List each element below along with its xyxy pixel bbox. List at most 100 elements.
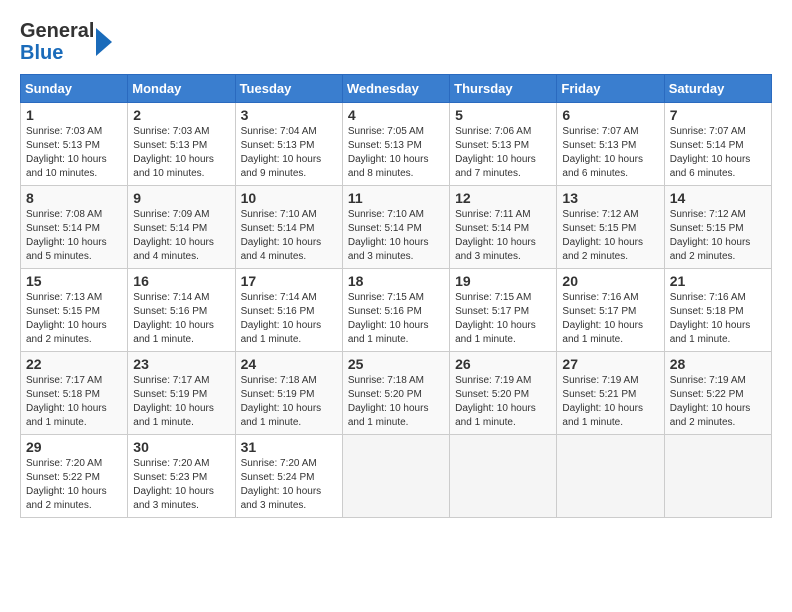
day-number: 5 bbox=[455, 107, 551, 123]
day-info: Sunrise: 7:09 AMSunset: 5:14 PMDaylight:… bbox=[133, 208, 229, 264]
calendar-cell: 21 Sunrise: 7:16 AMSunset: 5:18 PMDaylig… bbox=[664, 269, 771, 352]
calendar-cell: 16 Sunrise: 7:14 AMSunset: 5:16 PMDaylig… bbox=[128, 269, 235, 352]
calendar-cell: 28 Sunrise: 7:19 AMSunset: 5:22 PMDaylig… bbox=[664, 352, 771, 435]
day-info: Sunrise: 7:16 AMSunset: 5:18 PMDaylight:… bbox=[670, 291, 766, 347]
calendar-cell bbox=[664, 435, 771, 518]
day-info: Sunrise: 7:05 AMSunset: 5:13 PMDaylight:… bbox=[348, 125, 444, 181]
day-number: 24 bbox=[241, 356, 337, 372]
logo: General Blue bbox=[20, 20, 116, 64]
day-number: 22 bbox=[26, 356, 122, 372]
day-number: 7 bbox=[670, 107, 766, 123]
col-header-saturday: Saturday bbox=[664, 75, 771, 103]
day-number: 17 bbox=[241, 273, 337, 289]
day-number: 8 bbox=[26, 190, 122, 206]
calendar-week-3: 15 Sunrise: 7:13 AMSunset: 5:15 PMDaylig… bbox=[21, 269, 772, 352]
day-info: Sunrise: 7:07 AMSunset: 5:13 PMDaylight:… bbox=[562, 125, 658, 181]
day-info: Sunrise: 7:17 AMSunset: 5:19 PMDaylight:… bbox=[133, 374, 229, 430]
calendar-cell: 24 Sunrise: 7:18 AMSunset: 5:19 PMDaylig… bbox=[235, 352, 342, 435]
day-number: 14 bbox=[670, 190, 766, 206]
calendar-cell bbox=[450, 435, 557, 518]
day-info: Sunrise: 7:19 AMSunset: 5:20 PMDaylight:… bbox=[455, 374, 551, 430]
calendar-cell: 26 Sunrise: 7:19 AMSunset: 5:20 PMDaylig… bbox=[450, 352, 557, 435]
calendar-cell: 11 Sunrise: 7:10 AMSunset: 5:14 PMDaylig… bbox=[342, 186, 449, 269]
col-header-friday: Friday bbox=[557, 75, 664, 103]
day-number: 16 bbox=[133, 273, 229, 289]
day-number: 18 bbox=[348, 273, 444, 289]
day-info: Sunrise: 7:06 AMSunset: 5:13 PMDaylight:… bbox=[455, 125, 551, 181]
calendar-table: SundayMondayTuesdayWednesdayThursdayFrid… bbox=[20, 74, 772, 518]
calendar-cell: 18 Sunrise: 7:15 AMSunset: 5:16 PMDaylig… bbox=[342, 269, 449, 352]
col-header-sunday: Sunday bbox=[21, 75, 128, 103]
calendar-cell: 30 Sunrise: 7:20 AMSunset: 5:23 PMDaylig… bbox=[128, 435, 235, 518]
day-number: 6 bbox=[562, 107, 658, 123]
day-info: Sunrise: 7:08 AMSunset: 5:14 PMDaylight:… bbox=[26, 208, 122, 264]
day-number: 23 bbox=[133, 356, 229, 372]
day-number: 30 bbox=[133, 439, 229, 455]
day-number: 20 bbox=[562, 273, 658, 289]
day-number: 19 bbox=[455, 273, 551, 289]
calendar-cell: 25 Sunrise: 7:18 AMSunset: 5:20 PMDaylig… bbox=[342, 352, 449, 435]
calendar-week-2: 8 Sunrise: 7:08 AMSunset: 5:14 PMDayligh… bbox=[21, 186, 772, 269]
calendar-cell: 13 Sunrise: 7:12 AMSunset: 5:15 PMDaylig… bbox=[557, 186, 664, 269]
calendar-cell bbox=[342, 435, 449, 518]
day-info: Sunrise: 7:04 AMSunset: 5:13 PMDaylight:… bbox=[241, 125, 337, 181]
day-info: Sunrise: 7:03 AMSunset: 5:13 PMDaylight:… bbox=[26, 125, 122, 181]
calendar-cell: 9 Sunrise: 7:09 AMSunset: 5:14 PMDayligh… bbox=[128, 186, 235, 269]
day-info: Sunrise: 7:13 AMSunset: 5:15 PMDaylight:… bbox=[26, 291, 122, 347]
day-number: 29 bbox=[26, 439, 122, 455]
day-info: Sunrise: 7:10 AMSunset: 5:14 PMDaylight:… bbox=[241, 208, 337, 264]
day-number: 1 bbox=[26, 107, 122, 123]
calendar-cell: 1 Sunrise: 7:03 AMSunset: 5:13 PMDayligh… bbox=[21, 103, 128, 186]
day-number: 4 bbox=[348, 107, 444, 123]
logo-arrow-icon bbox=[94, 24, 116, 60]
col-header-monday: Monday bbox=[128, 75, 235, 103]
logo-general: General bbox=[20, 20, 94, 42]
day-number: 15 bbox=[26, 273, 122, 289]
logo-blue: Blue bbox=[20, 42, 63, 64]
day-info: Sunrise: 7:20 AMSunset: 5:23 PMDaylight:… bbox=[133, 457, 229, 513]
calendar-cell: 23 Sunrise: 7:17 AMSunset: 5:19 PMDaylig… bbox=[128, 352, 235, 435]
calendar-cell: 7 Sunrise: 7:07 AMSunset: 5:14 PMDayligh… bbox=[664, 103, 771, 186]
day-info: Sunrise: 7:10 AMSunset: 5:14 PMDaylight:… bbox=[348, 208, 444, 264]
calendar-cell: 2 Sunrise: 7:03 AMSunset: 5:13 PMDayligh… bbox=[128, 103, 235, 186]
day-info: Sunrise: 7:18 AMSunset: 5:20 PMDaylight:… bbox=[348, 374, 444, 430]
calendar-cell: 15 Sunrise: 7:13 AMSunset: 5:15 PMDaylig… bbox=[21, 269, 128, 352]
calendar-cell: 10 Sunrise: 7:10 AMSunset: 5:14 PMDaylig… bbox=[235, 186, 342, 269]
calendar-cell: 12 Sunrise: 7:11 AMSunset: 5:14 PMDaylig… bbox=[450, 186, 557, 269]
day-info: Sunrise: 7:19 AMSunset: 5:21 PMDaylight:… bbox=[562, 374, 658, 430]
day-info: Sunrise: 7:12 AMSunset: 5:15 PMDaylight:… bbox=[670, 208, 766, 264]
col-header-wednesday: Wednesday bbox=[342, 75, 449, 103]
calendar-cell: 14 Sunrise: 7:12 AMSunset: 5:15 PMDaylig… bbox=[664, 186, 771, 269]
header-row: SundayMondayTuesdayWednesdayThursdayFrid… bbox=[21, 75, 772, 103]
calendar-cell: 20 Sunrise: 7:16 AMSunset: 5:17 PMDaylig… bbox=[557, 269, 664, 352]
calendar-cell: 4 Sunrise: 7:05 AMSunset: 5:13 PMDayligh… bbox=[342, 103, 449, 186]
calendar-week-5: 29 Sunrise: 7:20 AMSunset: 5:22 PMDaylig… bbox=[21, 435, 772, 518]
day-number: 11 bbox=[348, 190, 444, 206]
day-info: Sunrise: 7:15 AMSunset: 5:16 PMDaylight:… bbox=[348, 291, 444, 347]
calendar-cell bbox=[557, 435, 664, 518]
calendar-week-4: 22 Sunrise: 7:17 AMSunset: 5:18 PMDaylig… bbox=[21, 352, 772, 435]
calendar-cell: 6 Sunrise: 7:07 AMSunset: 5:13 PMDayligh… bbox=[557, 103, 664, 186]
calendar-cell: 27 Sunrise: 7:19 AMSunset: 5:21 PMDaylig… bbox=[557, 352, 664, 435]
day-number: 28 bbox=[670, 356, 766, 372]
calendar-cell: 31 Sunrise: 7:20 AMSunset: 5:24 PMDaylig… bbox=[235, 435, 342, 518]
col-header-tuesday: Tuesday bbox=[235, 75, 342, 103]
day-number: 3 bbox=[241, 107, 337, 123]
day-number: 12 bbox=[455, 190, 551, 206]
day-info: Sunrise: 7:07 AMSunset: 5:14 PMDaylight:… bbox=[670, 125, 766, 181]
day-info: Sunrise: 7:11 AMSunset: 5:14 PMDaylight:… bbox=[455, 208, 551, 264]
day-info: Sunrise: 7:14 AMSunset: 5:16 PMDaylight:… bbox=[241, 291, 337, 347]
day-info: Sunrise: 7:20 AMSunset: 5:24 PMDaylight:… bbox=[241, 457, 337, 513]
day-info: Sunrise: 7:14 AMSunset: 5:16 PMDaylight:… bbox=[133, 291, 229, 347]
day-number: 9 bbox=[133, 190, 229, 206]
col-header-thursday: Thursday bbox=[450, 75, 557, 103]
day-info: Sunrise: 7:18 AMSunset: 5:19 PMDaylight:… bbox=[241, 374, 337, 430]
day-info: Sunrise: 7:15 AMSunset: 5:17 PMDaylight:… bbox=[455, 291, 551, 347]
calendar-cell: 29 Sunrise: 7:20 AMSunset: 5:22 PMDaylig… bbox=[21, 435, 128, 518]
header: General Blue bbox=[20, 20, 772, 64]
calendar-cell: 5 Sunrise: 7:06 AMSunset: 5:13 PMDayligh… bbox=[450, 103, 557, 186]
day-info: Sunrise: 7:12 AMSunset: 5:15 PMDaylight:… bbox=[562, 208, 658, 264]
day-number: 10 bbox=[241, 190, 337, 206]
day-number: 2 bbox=[133, 107, 229, 123]
day-number: 26 bbox=[455, 356, 551, 372]
